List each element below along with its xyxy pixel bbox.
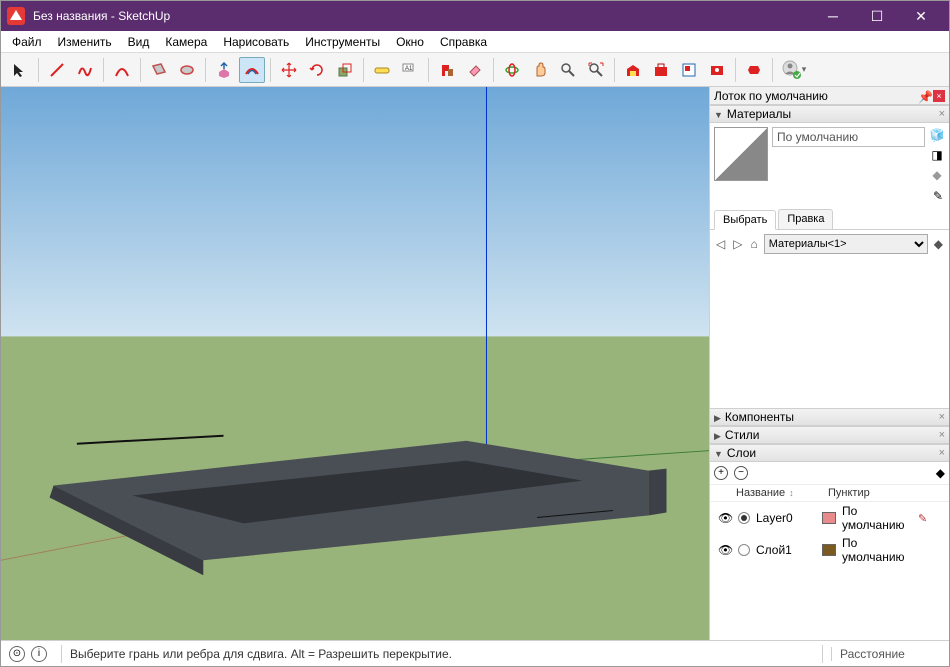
app-icon [7, 7, 25, 25]
orbit-tool[interactable] [499, 57, 525, 83]
menu-file[interactable]: Файл [5, 33, 49, 51]
maximize-button[interactable]: ☐ [855, 1, 899, 31]
minimize-button[interactable]: ─ [811, 1, 855, 31]
panel-components-header[interactable]: ▶Компоненты × [710, 408, 949, 426]
panel-layers-title: Слои [727, 446, 756, 460]
pan-tool[interactable] [527, 57, 553, 83]
active-layer-radio[interactable] [738, 544, 750, 556]
info-icon[interactable]: i [31, 646, 47, 662]
panel-materials-body: По умолчанию 🧊 ◨ ◆ ✎ Выбрать Правка ◁ ▷ … [710, 123, 949, 408]
close-button[interactable]: ✕ [899, 1, 943, 31]
menu-draw[interactable]: Нарисовать [216, 33, 296, 51]
svg-text:A1: A1 [405, 66, 413, 72]
material-picker-icon[interactable]: ◆ [929, 167, 945, 183]
eraser-tool[interactable] [462, 57, 488, 83]
panel-layers-body: + − ◆ Название↕ Пунктир 👁 Layer0 По умол… [710, 462, 949, 566]
library-menu-icon[interactable]: ◆ [932, 237, 945, 251]
zoom-tool[interactable] [555, 57, 581, 83]
redd-tool[interactable] [741, 57, 767, 83]
warehouse-tool[interactable] [620, 57, 646, 83]
zoom-extents-tool[interactable] [583, 57, 609, 83]
create-material-icon[interactable]: 🧊 [929, 127, 945, 143]
window-title: Без названия - SketchUp [33, 9, 811, 23]
layout-tool[interactable] [676, 57, 702, 83]
panel-styles-close[interactable]: × [939, 429, 945, 441]
text-tool[interactable]: A1 [397, 57, 423, 83]
arc-tool[interactable] [109, 57, 135, 83]
nav-home-icon[interactable]: ⌂ [748, 237, 759, 251]
menu-help[interactable]: Справка [433, 33, 494, 51]
visibility-icon[interactable]: 👁 [718, 511, 732, 525]
layer-name[interactable]: Слой1 [756, 543, 816, 557]
move-tool[interactable] [276, 57, 302, 83]
statusbar: ⊙ i Выберите грань или ребра для сдвига.… [1, 640, 949, 666]
nav-back-icon[interactable]: ◁ [714, 237, 727, 251]
offset-tool[interactable] [239, 57, 265, 83]
panel-styles-header[interactable]: ▶Стили × [710, 426, 949, 444]
panel-components-title: Компоненты [725, 410, 794, 424]
tape-tool[interactable] [369, 57, 395, 83]
menu-camera[interactable]: Камера [158, 33, 214, 51]
remove-layer-button[interactable]: − [734, 466, 748, 480]
tab-edit[interactable]: Правка [778, 209, 833, 229]
viewport-3d[interactable] [1, 87, 709, 640]
panel-styles-title: Стили [725, 428, 760, 442]
default-tray: Лоток по умолчанию 📌× ▼Материалы × По ум… [709, 87, 949, 640]
layer-color-swatch[interactable] [822, 544, 836, 556]
layer-dash[interactable]: По умолчанию [842, 536, 912, 564]
rectangle-tool[interactable] [146, 57, 172, 83]
panel-components-close[interactable]: × [939, 411, 945, 423]
material-library-select[interactable]: Материалы<1> [764, 234, 928, 254]
tab-select[interactable]: Выбрать [714, 210, 776, 230]
nav-forward-icon[interactable]: ▷ [731, 237, 744, 251]
pin-icon[interactable]: 📌 [918, 90, 930, 102]
extension-warehouse-tool[interactable] [648, 57, 674, 83]
edit-icon[interactable]: ✎ [918, 512, 927, 525]
scale-tool[interactable] [332, 57, 358, 83]
panel-materials-header[interactable]: ▼Материалы × [710, 105, 949, 123]
line-tool[interactable] [44, 57, 70, 83]
layers-menu-icon[interactable]: ◆ [936, 466, 945, 480]
panel-layers-header[interactable]: ▼Слои × [710, 444, 949, 462]
current-material-swatch[interactable] [714, 127, 768, 181]
add-layer-button[interactable]: + [714, 466, 728, 480]
layer-name[interactable]: Layer0 [756, 511, 816, 525]
panel-layers-close[interactable]: × [939, 447, 945, 459]
set-default-icon[interactable]: ◨ [929, 147, 945, 163]
tray-header[interactable]: Лоток по умолчанию 📌× [710, 87, 949, 105]
circle-tool[interactable] [174, 57, 200, 83]
col-name[interactable]: Название [736, 487, 785, 499]
status-hint: Выберите грань или ребра для сдвига. Alt… [70, 647, 814, 661]
pushpull-tool[interactable] [211, 57, 237, 83]
menubar: Файл Изменить Вид Камера Нарисовать Инст… [1, 31, 949, 53]
panel-materials-title: Материалы [727, 107, 791, 121]
tray-title: Лоток по умолчанию [714, 89, 828, 103]
layer-row[interactable]: 👁 Layer0 По умолчанию ✎ [710, 502, 949, 534]
toolbar: A1 ▾ [1, 53, 949, 87]
extension-manager-tool[interactable] [704, 57, 730, 83]
menu-window[interactable]: Окно [389, 33, 431, 51]
menu-edit[interactable]: Изменить [51, 33, 119, 51]
visibility-icon[interactable]: 👁 [718, 543, 732, 557]
layer-dash[interactable]: По умолчанию [842, 504, 912, 532]
current-material-name[interactable]: По умолчанию [772, 127, 925, 147]
layer-color-swatch[interactable] [822, 512, 836, 524]
menu-tools[interactable]: Инструменты [298, 33, 387, 51]
active-layer-radio[interactable] [738, 512, 750, 524]
tray-close-icon[interactable]: × [933, 90, 945, 102]
col-dash[interactable]: Пунктир [828, 487, 870, 499]
panel-materials-close[interactable]: × [939, 108, 945, 120]
measurement-label: Расстояние [831, 647, 941, 661]
titlebar: Без названия - SketchUp ─ ☐ ✕ [1, 1, 949, 31]
menu-view[interactable]: Вид [121, 33, 157, 51]
user-account[interactable]: ▾ [778, 57, 810, 83]
freehand-tool[interactable] [72, 57, 98, 83]
paint-tool[interactable] [434, 57, 460, 83]
layer-row[interactable]: 👁 Слой1 По умолчанию [710, 534, 949, 566]
select-tool[interactable] [7, 57, 33, 83]
rotate-tool[interactable] [304, 57, 330, 83]
geo-icon[interactable]: ⊙ [9, 646, 25, 662]
eyedropper-icon[interactable]: ✎ [933, 189, 943, 203]
